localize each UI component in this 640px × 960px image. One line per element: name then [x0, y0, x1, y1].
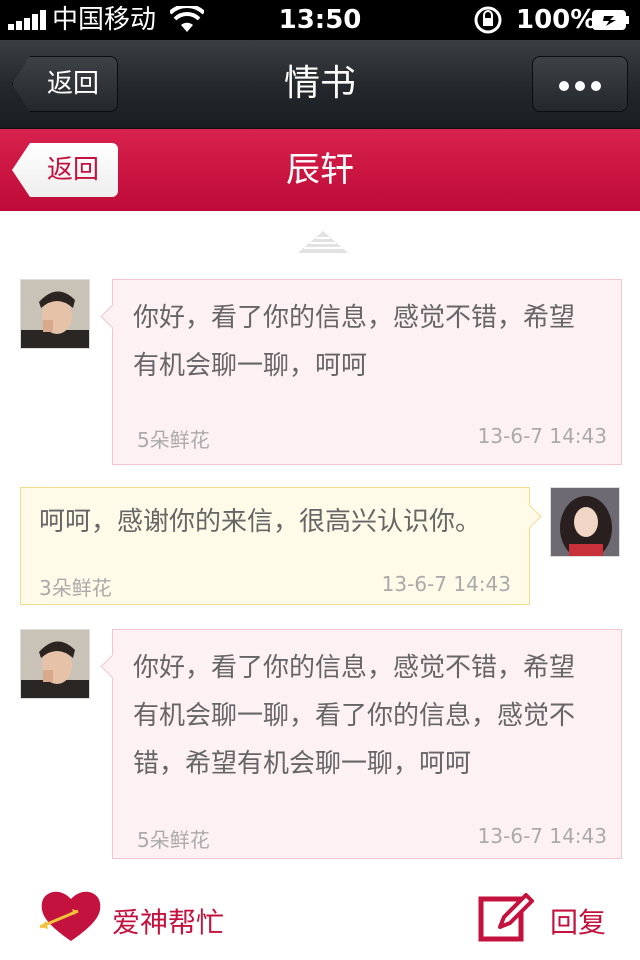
bubble-tail	[517, 504, 542, 529]
flower-count: 5朵鲜花	[137, 828, 210, 852]
message-text-line: 呵呵，感谢你的来信，很高兴认识你。	[39, 507, 482, 537]
message-time: 13-6-7 14:43	[477, 424, 607, 448]
reply-button[interactable]: 回复	[550, 901, 606, 941]
bottom-toolbar: 爱神帮忙 回复	[0, 871, 640, 960]
conversation-title: 辰轩	[286, 150, 354, 190]
battery-icon	[592, 10, 629, 30]
more-options-button[interactable]	[532, 56, 628, 112]
message-bubble[interactable]: 呵呵，感谢你的来信，很高兴认识你。 3朵鲜花 13-6-7 14:43	[20, 487, 542, 605]
ellipsis-icon-dot	[575, 81, 585, 91]
avatar-male[interactable]	[20, 629, 90, 699]
message-bubble[interactable]: 你好，看了你的信息，感觉不错，希望 有机会聊一聊，看了你的信息，感觉不 错，希望…	[100, 629, 622, 859]
status-bar: 中国移动 13:50 100%	[0, 0, 640, 40]
message-text-line: 你好，看了你的信息，感觉不错，希望	[133, 653, 576, 683]
load-earlier-icon[interactable]	[298, 231, 348, 253]
ellipsis-icon	[559, 81, 569, 91]
conversation-header: 返回 辰轩	[0, 129, 640, 211]
message-time: 13-6-7 14:43	[477, 824, 607, 848]
cupid-help-button[interactable]: 爱神帮忙	[112, 901, 224, 941]
avatar-female[interactable]	[550, 487, 620, 557]
navigation-bar: 返回 情书	[0, 40, 640, 129]
message-text-line: 错，希望有机会聊一聊，呵呵	[133, 749, 472, 779]
message-text-line: 有机会聊一聊，看了你的信息，感觉不	[133, 701, 576, 731]
edit-icon[interactable]	[478, 891, 534, 943]
rotation-lock-icon	[474, 6, 502, 34]
ellipsis-icon-dot	[591, 81, 601, 91]
message-time: 13-6-7 14:43	[381, 572, 511, 596]
message-bubble[interactable]: 你好，看了你的信息，感觉不错，希望 有机会聊一聊，呵呵 5朵鲜花 13-6-7 …	[100, 279, 622, 465]
bubble-tail	[100, 654, 125, 679]
bubble-tail	[100, 304, 125, 329]
message-list[interactable]: 你好，看了你的信息，感觉不错，希望 有机会聊一聊，呵呵 5朵鲜花 13-6-7 …	[0, 211, 640, 871]
flower-count: 3朵鲜花	[39, 576, 112, 600]
message-text-line: 你好，看了你的信息，感觉不错，希望	[133, 303, 576, 333]
battery-percentage: 100%	[516, 5, 597, 35]
flower-count: 5朵鲜花	[137, 428, 210, 452]
heart-arrow-icon[interactable]	[38, 885, 104, 945]
avatar-male[interactable]	[20, 279, 90, 349]
message-text-line: 有机会聊一聊，呵呵	[133, 351, 368, 381]
